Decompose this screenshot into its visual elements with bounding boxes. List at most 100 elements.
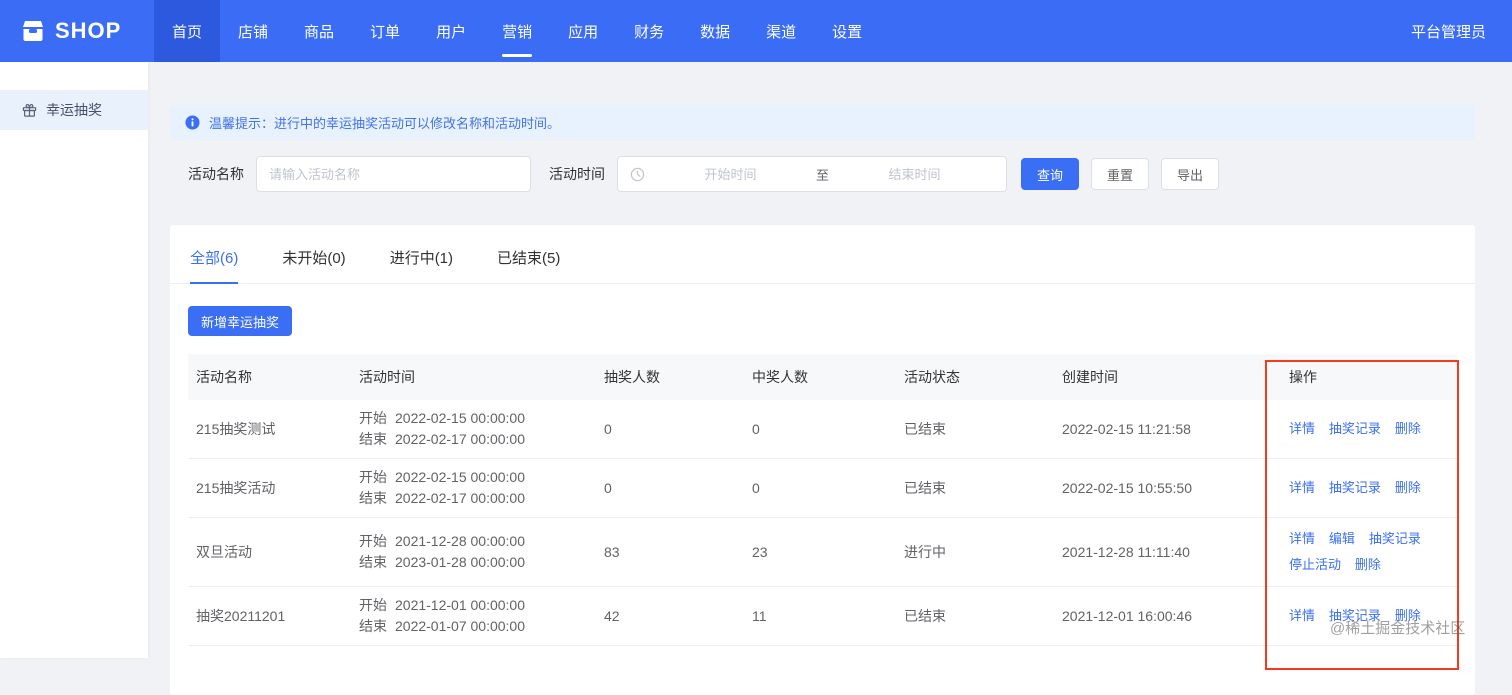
- range-separator: 至: [816, 167, 830, 183]
- activities-table: 活动名称 活动时间 抽奖人数 中奖人数 活动状态 创建时间 操作 215抽奖测试…: [188, 354, 1457, 646]
- action-link-detail[interactable]: 详情: [1289, 475, 1315, 501]
- logo-text: SHOP: [55, 18, 122, 43]
- time-end-prefix: 结束: [359, 431, 387, 447]
- tab-all[interactable]: 全部(6): [190, 247, 239, 284]
- info-alert: 温馨提示：进行中的幸运抽奖活动可以修改名称和活动时间。: [170, 105, 1475, 139]
- action-link-detail[interactable]: 详情: [1289, 526, 1315, 552]
- activity-time-label: 活动时间: [549, 166, 605, 182]
- time-start-prefix: 开始: [359, 597, 387, 613]
- nav-item-data[interactable]: 数据: [682, 0, 748, 62]
- status-tabs: 全部(6) 未开始(0) 进行中(1) 已结束(5): [170, 225, 1475, 284]
- column-header-actions: 操作: [1281, 354, 1457, 400]
- table-row: 抽奖20211201 开始 2021-12-01 00:00:00 结束 2022-…: [188, 586, 1457, 646]
- time-end-prefix: 结束: [359, 490, 387, 506]
- action-link-draw-record[interactable]: 抽奖记录: [1329, 475, 1381, 501]
- user-menu[interactable]: 平台管理员: [1411, 0, 1512, 62]
- logo[interactable]: SHOP: [0, 0, 148, 62]
- time-end-value: 2022-02-17 00:00:00: [395, 490, 525, 506]
- status-cell: 已结束: [896, 586, 1054, 646]
- activity-name-cell: 双旦活动: [188, 517, 351, 587]
- column-header-name: 活动名称: [188, 354, 351, 400]
- action-link-draw-record[interactable]: 抽奖记录: [1329, 603, 1381, 629]
- nav-item-apps[interactable]: 应用: [550, 0, 616, 62]
- created-time-cell: 2021-12-28 11:11:40: [1054, 517, 1281, 587]
- nav-item-shop[interactable]: 店铺: [220, 0, 286, 62]
- win-count-cell: 11: [744, 586, 896, 646]
- nav-item-home[interactable]: 首页: [154, 0, 221, 62]
- table-row: 215抽奖活动 开始 2022-02-15 00:00:00 结束 2022-02-…: [188, 458, 1457, 518]
- action-link-stop-activity[interactable]: 停止活动: [1289, 552, 1341, 578]
- table-row: 215抽奖测试 开始 2022-02-15 00:00:00 结束 2022-02-…: [188, 400, 1457, 459]
- created-time-cell: 2021-12-01 16:00:46: [1054, 586, 1281, 646]
- action-link-edit[interactable]: 编辑: [1329, 526, 1355, 552]
- nav-item-users[interactable]: 用户: [418, 0, 484, 62]
- activities-card: 全部(6) 未开始(0) 进行中(1) 已结束(5) 新增幸运抽奖 活动名称 活…: [170, 225, 1475, 695]
- time-start-value: 2021-12-01 00:00:00: [395, 597, 525, 613]
- draw-count-cell: 83: [596, 517, 744, 587]
- activity-time-cell: 开始 2021-12-01 00:00:00 结束 2022-01-07 00:00…: [351, 586, 596, 646]
- sidebar: 幸运抽奖: [0, 62, 148, 658]
- date-range-picker[interactable]: 至: [617, 156, 1007, 192]
- clock-icon: [630, 167, 645, 182]
- nav-item-channels[interactable]: 渠道: [748, 0, 814, 62]
- activity-time-cell: 开始 2021-12-28 00:00:00 结束 2023-01-28 00:00…: [351, 517, 596, 587]
- status-cell: 已结束: [896, 458, 1054, 518]
- end-time-input[interactable]: [835, 166, 995, 182]
- time-start-prefix: 开始: [359, 469, 387, 485]
- nav-item-marketing[interactable]: 营销: [484, 0, 550, 62]
- time-end-prefix: 结束: [359, 554, 387, 570]
- nav-item-orders[interactable]: 订单: [352, 0, 418, 62]
- time-end-prefix: 结束: [359, 618, 387, 634]
- actions-cell: 详情 抽奖记录 删除: [1281, 400, 1457, 459]
- add-lucky-draw-button[interactable]: 新增幸运抽奖: [188, 306, 293, 336]
- activity-time-cell: 开始 2022-02-15 00:00:00 结束 2022-02-17 00:00…: [351, 458, 596, 518]
- time-start-value: 2021-12-28 00:00:00: [395, 533, 525, 549]
- nav-item-settings[interactable]: 设置: [814, 0, 880, 62]
- win-count-cell: 0: [744, 458, 896, 518]
- main-nav: 首页 店铺 商品 订单 用户 营销 应用 财务 数据 渠道 设置: [154, 0, 880, 62]
- activity-name-cell: 215抽奖活动: [188, 458, 351, 518]
- activity-name-cell: 抽奖20211201: [188, 586, 351, 646]
- action-link-draw-record[interactable]: 抽奖记录: [1369, 526, 1421, 552]
- column-header-draw-count: 抽奖人数: [596, 354, 744, 400]
- tab-not-started[interactable]: 未开始(0): [282, 247, 345, 283]
- actions-cell: 详情 编辑 抽奖记录 停止活动 删除: [1281, 517, 1457, 587]
- time-start-prefix: 开始: [359, 410, 387, 426]
- action-link-detail[interactable]: 详情: [1289, 603, 1315, 629]
- nav-item-goods[interactable]: 商品: [286, 0, 352, 62]
- tab-ended[interactable]: 已结束(5): [497, 247, 560, 283]
- win-count-cell: 23: [744, 517, 896, 587]
- time-start-value: 2022-02-15 00:00:00: [395, 469, 525, 485]
- activity-name-input[interactable]: [256, 156, 531, 192]
- action-link-delete[interactable]: 删除: [1395, 603, 1421, 629]
- column-header-status: 活动状态: [896, 354, 1054, 400]
- export-button[interactable]: 导出: [1161, 158, 1220, 190]
- action-link-delete[interactable]: 删除: [1355, 552, 1381, 578]
- created-time-cell: 2022-02-15 10:55:50: [1054, 458, 1281, 518]
- time-start-prefix: 开始: [359, 533, 387, 549]
- time-end-value: 2023-01-28 00:00:00: [395, 554, 525, 570]
- alert-text: 温馨提示：进行中的幸运抽奖活动可以修改名称和活动时间。: [209, 115, 561, 131]
- nav-item-finance[interactable]: 财务: [616, 0, 682, 62]
- action-link-draw-record[interactable]: 抽奖记录: [1329, 416, 1381, 442]
- search-button[interactable]: 查询: [1021, 158, 1080, 190]
- draw-count-cell: 0: [596, 458, 744, 518]
- start-time-input[interactable]: [651, 166, 810, 182]
- activity-time-cell: 开始 2022-02-15 00:00:00 结束 2022-02-17 00:00…: [351, 400, 596, 459]
- draw-count-cell: 42: [596, 586, 744, 646]
- table-header-row: 活动名称 活动时间 抽奖人数 中奖人数 活动状态 创建时间 操作: [188, 354, 1457, 400]
- action-link-delete[interactable]: 删除: [1395, 416, 1421, 442]
- sidebar-item-lucky-draw[interactable]: 幸运抽奖: [0, 90, 148, 130]
- time-start-value: 2022-02-15 00:00:00: [395, 410, 525, 426]
- draw-count-cell: 0: [596, 400, 744, 459]
- created-time-cell: 2022-02-15 11:21:58: [1054, 400, 1281, 459]
- activity-name-label: 活动名称: [188, 166, 244, 182]
- action-link-detail[interactable]: 详情: [1289, 416, 1315, 442]
- action-link-delete[interactable]: 删除: [1395, 475, 1421, 501]
- shop-box-icon: [20, 19, 46, 43]
- column-header-created: 创建时间: [1054, 354, 1281, 400]
- sidebar-item-label: 幸运抽奖: [46, 102, 102, 118]
- gift-icon: [22, 103, 37, 118]
- reset-button[interactable]: 重置: [1091, 158, 1150, 190]
- tab-in-progress[interactable]: 进行中(1): [390, 247, 453, 283]
